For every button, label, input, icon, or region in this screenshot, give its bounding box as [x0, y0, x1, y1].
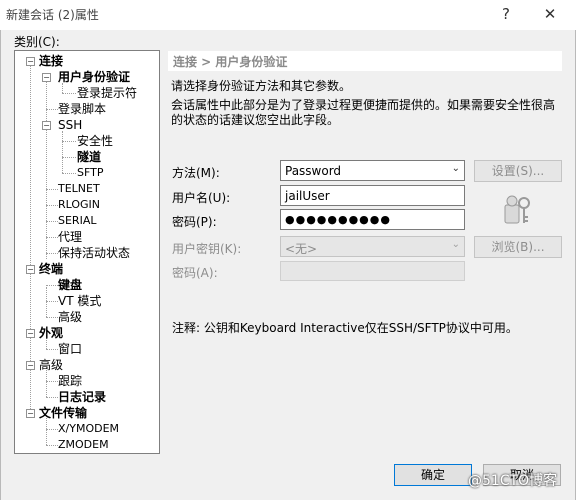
password-value: ●●●●●●●●●● — [285, 213, 391, 226]
description-line: 请选择身份验证方法和其它参数。 — [171, 79, 352, 93]
tree-item-vt-mode[interactable]: VT 模式 — [58, 294, 101, 308]
tree-line — [46, 445, 58, 446]
tree-line — [62, 157, 76, 158]
tree-item-serial[interactable]: SERIAL — [58, 214, 96, 228]
passphrase-label: 密码(A): — [172, 266, 218, 280]
chevron-down-icon: ⌄ — [451, 239, 460, 250]
tree-item-appearance[interactable]: 外观 — [39, 326, 63, 340]
collapse-icon[interactable]: − — [26, 361, 35, 370]
user-key-icon — [504, 195, 530, 224]
tree-line — [46, 205, 58, 206]
tree-line — [62, 93, 76, 94]
password-label: 密码(P): — [172, 215, 217, 229]
title-bar: 新建会话 (2)属性 ? ✕ — [0, 0, 576, 30]
collapse-icon[interactable]: − — [42, 73, 51, 82]
userkey-value: <无> — [285, 242, 318, 256]
settings-button[interactable]: 设置(S)... — [474, 160, 562, 182]
collapse-icon[interactable]: − — [26, 329, 35, 338]
tree-line — [46, 429, 58, 430]
tree-item-tunnel[interactable]: 隧道 — [77, 150, 101, 164]
userkey-select[interactable]: <无> ⌄ — [280, 236, 465, 257]
tree-item-terminal-advanced[interactable]: 高级 — [58, 310, 82, 324]
tree-line — [46, 253, 58, 254]
tree-line — [46, 237, 58, 238]
ok-button[interactable]: 确定 — [394, 464, 472, 486]
close-icon[interactable]: ✕ — [530, 0, 570, 30]
tree-item-login-prompts[interactable]: 登录提示符 — [77, 86, 137, 100]
collapse-icon[interactable]: − — [26, 409, 35, 418]
tree-line — [46, 381, 58, 382]
section-header: 连接 > 用户身份验证 — [168, 51, 562, 71]
tree-item-connection[interactable]: 连接 — [39, 54, 63, 68]
tree-item-file-transfer[interactable]: 文件传输 — [39, 406, 87, 420]
tree-line — [46, 79, 47, 259]
tree-item-zmodem[interactable]: ZMODEM — [58, 438, 109, 452]
tree-line — [46, 397, 58, 398]
chevron-down-icon: ⌄ — [451, 163, 460, 174]
help-icon[interactable]: ? — [486, 0, 526, 30]
tree-line — [62, 141, 76, 142]
tree-item-terminal[interactable]: 终端 — [39, 262, 63, 276]
tree-line — [46, 109, 58, 110]
tree-item-log[interactable]: 日志记录 — [58, 390, 106, 404]
tree-item-sftp[interactable]: SFTP — [77, 166, 103, 180]
description-line: 的状态的话建议您空出此字段。 — [171, 113, 340, 127]
tree-item-security[interactable]: 安全性 — [77, 134, 113, 148]
username-label: 用户名(U): — [172, 191, 231, 205]
tree-line — [46, 349, 58, 350]
tree-line — [46, 189, 58, 190]
tree-item-advanced[interactable]: 高级 — [39, 358, 63, 372]
collapse-icon[interactable]: − — [26, 57, 35, 66]
left-border — [0, 30, 1, 500]
method-label: 方法(M): — [172, 166, 220, 180]
tree-item-ssh[interactable]: SSH — [58, 118, 82, 132]
username-value: jailUser — [285, 189, 330, 203]
tree-line — [46, 285, 58, 286]
username-input[interactable]: jailUser — [280, 185, 465, 206]
tree-line — [46, 221, 58, 222]
tree-line — [46, 301, 58, 302]
tree-item-trace[interactable]: 跟踪 — [58, 374, 82, 388]
watermark: @51CTO博客 — [468, 473, 558, 489]
tree-line — [46, 287, 47, 317]
collapse-icon[interactable]: − — [42, 121, 51, 130]
passphrase-input[interactable] — [280, 261, 465, 281]
category-label: 类别(C): — [14, 35, 60, 49]
tree-line — [46, 317, 58, 318]
password-input[interactable]: ●●●●●●●●●● — [280, 209, 465, 230]
tree-line — [62, 173, 76, 174]
tree-item-keyboard[interactable]: 键盘 — [58, 278, 82, 292]
note-text: 注释: 公钥和Keyboard Interactive仅在SSH/SFTP协议中… — [172, 321, 518, 335]
tree-line — [62, 131, 63, 173]
browse-button[interactable]: 浏览(B)... — [474, 236, 562, 258]
tree-item-keepalive[interactable]: 保持活动状态 — [58, 246, 130, 260]
tree-item-telnet[interactable]: TELNET — [58, 182, 100, 196]
tree-item-xymodem[interactable]: X/YMODEM — [58, 422, 119, 436]
tree-item-user-auth[interactable]: 用户身份验证 — [58, 70, 130, 84]
category-tree[interactable]: − − − − − − − 连接 用户身份验证 登录提示符 登录脚本 SSH 安… — [14, 50, 160, 454]
userkey-label: 用户密钥(K): — [172, 242, 242, 256]
method-value: Password — [285, 164, 342, 178]
window-title: 新建会话 (2)属性 — [6, 8, 99, 22]
collapse-icon[interactable]: − — [26, 265, 35, 274]
tree-item-login-script[interactable]: 登录脚本 — [58, 102, 106, 116]
tree-item-window[interactable]: 窗口 — [58, 342, 82, 356]
tree-item-rlogin[interactable]: RLOGIN — [58, 198, 100, 212]
tree-line — [62, 83, 63, 93]
method-select[interactable]: Password ⌄ — [280, 160, 465, 181]
tree-item-proxy[interactable]: 代理 — [58, 230, 82, 244]
breadcrumb: 连接 > 用户身份验证 — [173, 55, 288, 69]
